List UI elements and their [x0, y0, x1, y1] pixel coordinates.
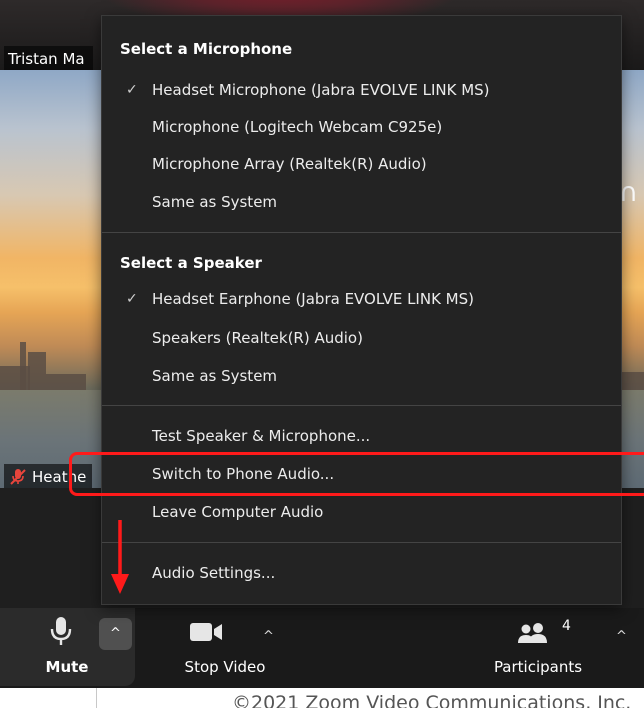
menu-item-label: Headset Earphone (Jabra EVOLVE LINK MS) — [152, 290, 474, 308]
footer-divider — [96, 688, 97, 708]
menu-divider — [102, 542, 621, 543]
menu-item-label: Same as System — [152, 193, 278, 211]
menu-item-microphone-1[interactable]: Microphone (Logitech Webcam C925e) — [102, 111, 621, 143]
mute-label: Mute — [45, 658, 89, 676]
participants-count-badge: 4 — [562, 618, 571, 634]
menu-item-microphone-2[interactable]: Microphone Array (Realtek(R) Audio) — [102, 148, 621, 180]
menu-item-label: Headset Microphone (Jabra EVOLVE LINK MS… — [152, 81, 490, 99]
participants-icon — [518, 623, 547, 643]
microphone-icon — [50, 617, 72, 645]
menu-item-test-speaker-microphone[interactable]: Test Speaker & Microphone... — [102, 420, 621, 452]
audio-options-menu: Select a Microphone ✓ Headset Microphone… — [101, 15, 622, 605]
menu-item-microphone-3[interactable]: Same as System — [102, 186, 621, 218]
menu-item-speaker-0[interactable]: ✓ Headset Earphone (Jabra EVOLVE LINK MS… — [102, 283, 621, 315]
checkmark-icon: ✓ — [126, 82, 138, 98]
menu-item-microphone-0[interactable]: ✓ Headset Microphone (Jabra EVOLVE LINK … — [102, 74, 621, 106]
menu-item-label: Leave Computer Audio — [152, 503, 324, 521]
menu-divider — [102, 405, 621, 406]
menu-item-speaker-1[interactable]: Speakers (Realtek(R) Audio) — [102, 322, 621, 354]
stop-video-label: Stop Video — [184, 658, 266, 676]
menu-item-label: Audio Settings... — [152, 564, 276, 582]
participant-name-label: Tristan Ma — [4, 46, 93, 72]
copyright-text: ©2021 Zoom Video Communications, Inc. — [232, 692, 632, 708]
annotation-highlight-box — [69, 452, 644, 496]
checkmark-icon: ✓ — [126, 291, 138, 307]
annotation-arrow-icon — [111, 520, 129, 594]
participants-options-chevron[interactable]: ^ — [616, 630, 627, 643]
participants-button[interactable]: 4 ^ Participants — [470, 608, 644, 686]
menu-item-label: Microphone Array (Realtek(R) Audio) — [152, 155, 427, 173]
muted-microphone-icon — [10, 469, 26, 485]
menu-item-label: Microphone (Logitech Webcam C925e) — [152, 118, 443, 136]
zoom-meeting-window: Tristan Ma ∩ Heathe ^ Mute ^ Stop Video … — [0, 0, 644, 708]
mute-button[interactable]: ^ Mute — [0, 608, 135, 686]
stop-video-button[interactable]: ^ Stop Video — [150, 608, 280, 686]
participants-label: Participants — [493, 658, 583, 676]
menu-item-speaker-2[interactable]: Same as System — [102, 360, 621, 392]
camera-icon — [190, 623, 222, 641]
menu-item-label: Test Speaker & Microphone... — [152, 427, 371, 445]
page-footer: ©2021 Zoom Video Communications, Inc. — [0, 688, 644, 708]
menu-item-label: Same as System — [152, 367, 278, 385]
microphone-section-title: Select a Microphone — [120, 40, 293, 58]
audio-options-chevron[interactable]: ^ — [99, 618, 132, 650]
menu-item-audio-settings[interactable]: Audio Settings... — [102, 557, 621, 589]
menu-item-leave-computer-audio[interactable]: Leave Computer Audio — [102, 496, 621, 528]
video-options-chevron[interactable]: ^ — [263, 630, 274, 643]
meeting-toolbar: ^ Mute ^ Stop Video 4 ^ Participants — [0, 608, 644, 688]
menu-item-label: Speakers (Realtek(R) Audio) — [152, 329, 363, 347]
speaker-section-title: Select a Speaker — [120, 254, 262, 272]
menu-divider — [102, 232, 621, 233]
